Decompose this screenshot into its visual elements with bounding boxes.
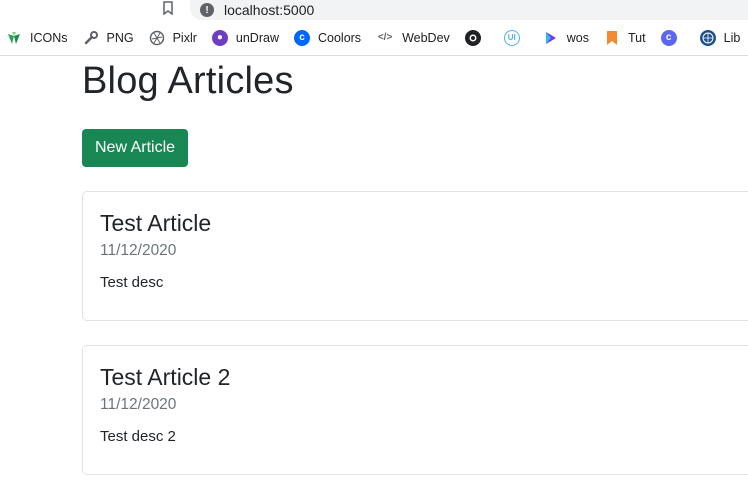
ui-icon: UI — [503, 29, 520, 46]
bookmark-label: PNG — [106, 30, 134, 45]
bookmark-lib[interactable]: Lib — [699, 24, 741, 52]
bookmark-wos[interactable]: wos — [543, 24, 589, 52]
globe-icon — [699, 29, 716, 46]
bookmark-label: ICONs — [30, 30, 68, 45]
bookmark-label: Pixlr — [172, 30, 197, 45]
bookmark-label: WebDev — [402, 30, 450, 45]
bookmark-pixlr[interactable]: Pixlr — [149, 24, 197, 52]
article-card: Test Article 11/12/2020 Test desc — [82, 191, 748, 321]
c-icon: c — [660, 29, 677, 46]
bookmark-label: Coolors — [317, 30, 362, 45]
bookmark-label: Lib — [723, 30, 741, 45]
bookmark-ribbon-icon — [604, 30, 620, 46]
article-description: Test desc — [100, 274, 164, 291]
bookmark-icons[interactable]: ICONs — [6, 24, 68, 52]
bookmark-page-icon[interactable] — [160, 0, 176, 16]
article-card: Test Article 2 11/12/2020 Test desc 2 — [82, 345, 748, 475]
bookmark-tut[interactable]: Tut — [604, 24, 646, 52]
github-icon — [464, 29, 481, 46]
icons8-icon — [6, 30, 22, 46]
bookmark-png[interactable]: PNG — [83, 24, 134, 52]
article-title: Test Article 2 — [100, 364, 231, 390]
code-icon: </> — [377, 32, 393, 43]
bookmark-label: unDraw — [235, 30, 279, 45]
bookmark-label: wos — [566, 30, 590, 45]
page-title: Blog Articles — [82, 60, 294, 102]
bookmark-c[interactable]: c — [660, 24, 685, 52]
address-bar-area: ! localhost:5000 — [0, 0, 748, 20]
bookmark-ui[interactable]: UI — [503, 24, 528, 52]
bookmark-github[interactable] — [464, 24, 489, 52]
bookmark-label: Tut — [628, 30, 646, 45]
url-field[interactable]: ! localhost:5000 — [190, 0, 748, 20]
article-description: Test desc 2 — [100, 428, 176, 445]
bookmark-coolors[interactable]: c Coolors — [293, 24, 362, 52]
aperture-icon — [149, 30, 165, 46]
bookmark-undraw[interactable]: ● unDraw — [211, 24, 279, 52]
article-date: 11/12/2020 — [100, 242, 177, 259]
new-article-button[interactable]: New Article — [82, 129, 189, 167]
wos-icon — [543, 30, 559, 46]
coolors-icon: c — [293, 29, 310, 46]
bookmark-webdev[interactable]: </> WebDev — [376, 24, 450, 52]
bookmarks-bar: ICONs PNG Pixlr ● unDraw c Coolors </> W… — [0, 20, 748, 56]
wrench-icon — [83, 30, 99, 46]
article-title: Test Article — [100, 210, 212, 236]
undraw-icon: ● — [211, 29, 228, 46]
site-info-icon[interactable]: ! — [200, 3, 214, 17]
article-date: 11/12/2020 — [100, 396, 177, 413]
url-text: localhost:5000 — [224, 2, 315, 18]
